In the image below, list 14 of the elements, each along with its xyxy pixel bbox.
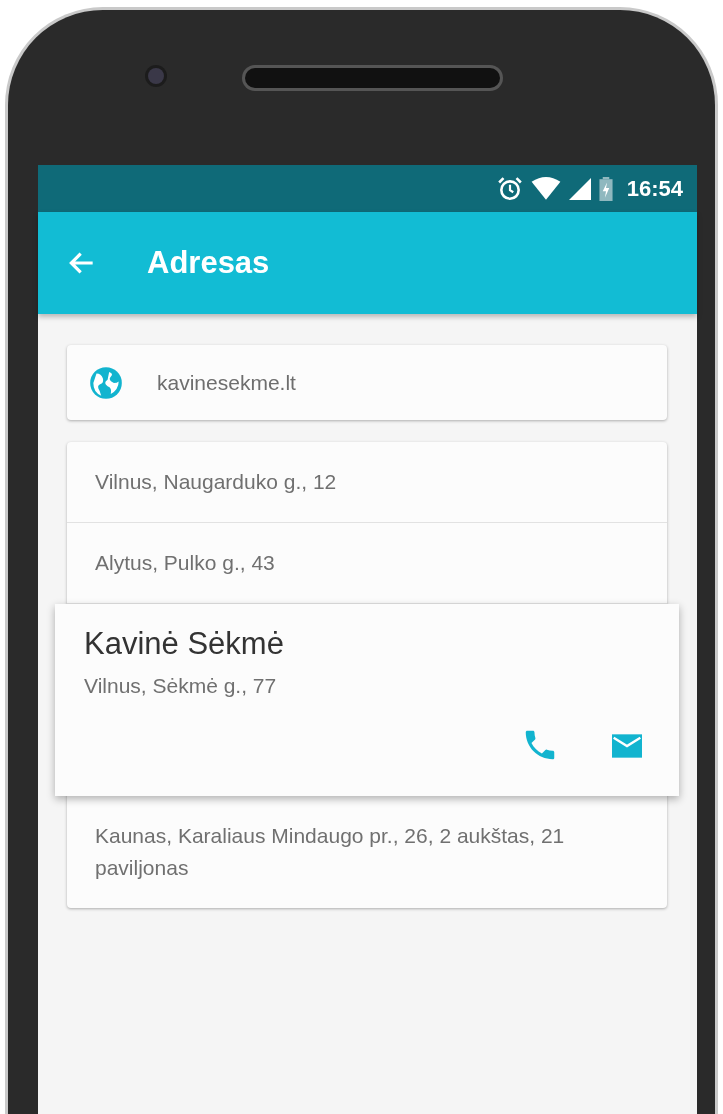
wifi-icon (530, 176, 561, 201)
place-name: Kavinė Sėkmė (84, 625, 285, 663)
status-time: 16:54 (626, 175, 683, 202)
website-link[interactable]: kavinesekme.lt (157, 370, 296, 395)
signal-icon (568, 177, 591, 200)
alarm-clock-icon (496, 175, 523, 202)
address-text: Vilnus, Sėkmė g., 77 (84, 673, 278, 699)
address-row[interactable]: Vilnus, Naugarduko g., 12 (67, 442, 667, 523)
screen-title: Adresas (147, 245, 270, 281)
camera-icon (148, 68, 164, 84)
website-card[interactable]: kavinesekme.lt (67, 345, 667, 420)
battery-icon (598, 176, 613, 201)
expanded-address-card[interactable]: Kavinė Sėkmė Vilnus, Sėkmė g., 77 (55, 604, 679, 796)
address-row[interactable]: Kaunas, Karaliaus Mindaugo pr., 26, 2 aukštas, 21 paviljonas (67, 796, 667, 908)
